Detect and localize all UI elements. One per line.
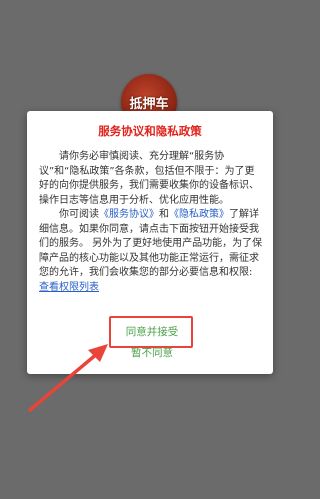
app-logo-text: 抵押车 (129, 96, 169, 112)
paragraph-2-prefix: 你可阅读 (59, 209, 99, 220)
privacy-policy-link[interactable]: 《隐私政策》 (169, 209, 229, 220)
dialog-title: 服务协议和隐私政策 (98, 124, 202, 138)
dialog-paragraph-1: 请你务必审慎阅读、充分理解“服务协议”和“隐私政策”各条款，包括但不限于：为了更… (39, 151, 259, 206)
and-text: 和 (159, 209, 169, 220)
privacy-dialog: 服务协议和隐私政策 请你务必审慎阅读、充分理解“服务协议”和“隐私政策”各条款，… (27, 111, 273, 374)
service-agreement-link[interactable]: 《服务协议》 (99, 209, 159, 220)
dialog-body: 请你务必审慎阅读、充分理解“服务协议”和“隐私政策”各条款，包括但不限于：为了更… (39, 150, 263, 295)
disagree-button[interactable]: 暂不同意 (122, 343, 182, 363)
dialog-paragraph-2: 你可阅读《服务协议》和《隐私政策》了解详细信息。如果你同意，请点击下面按钮开始接… (39, 208, 263, 295)
agree-button[interactable]: 同意并接受 (122, 322, 182, 342)
permission-list-link[interactable]: 查看权限列表 (39, 282, 99, 293)
